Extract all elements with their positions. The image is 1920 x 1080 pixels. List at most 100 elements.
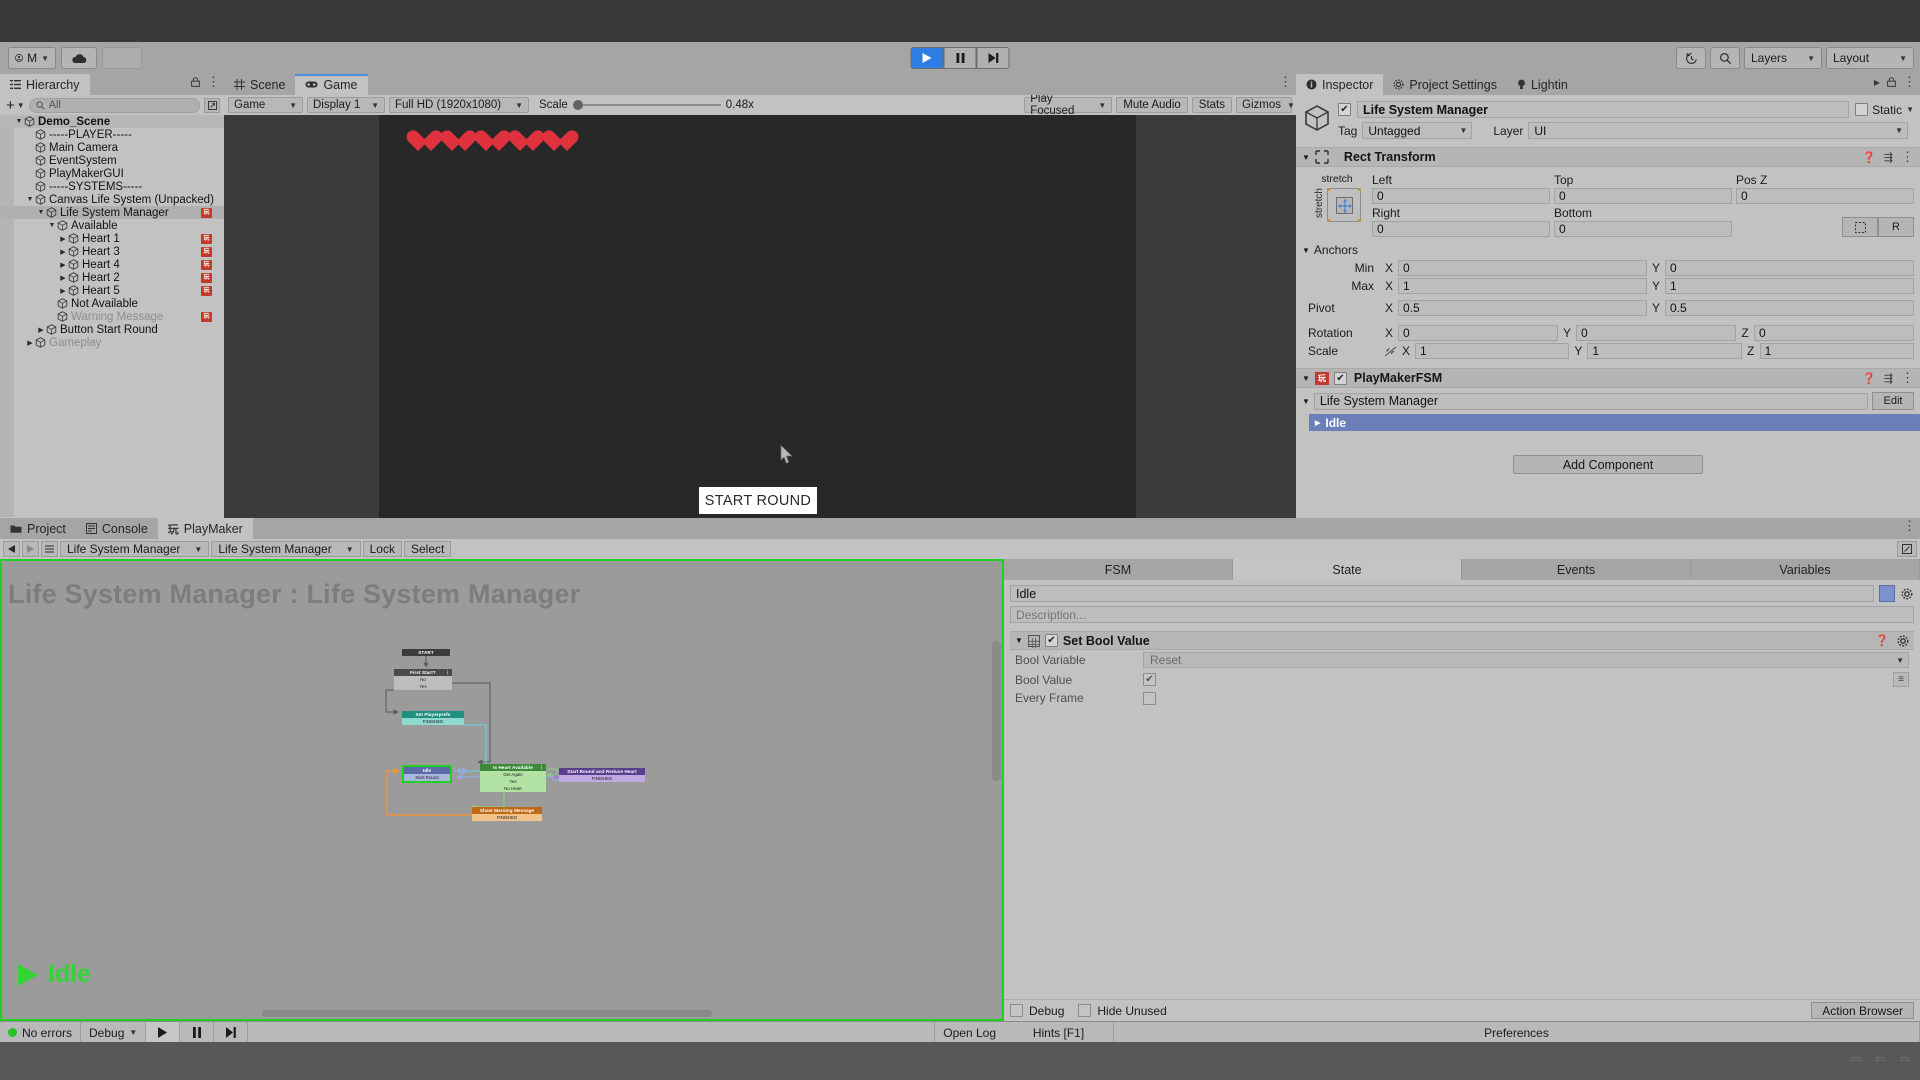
chevron-right-icon[interactable]: ▶ [36, 326, 46, 334]
lock-button[interactable]: Lock [362, 541, 402, 557]
owner-select-dropdown[interactable]: Life System Manager ▼ [60, 541, 210, 557]
graph-vertical-scrollbar[interactable] [992, 641, 1001, 781]
hide-unused-checkbox[interactable]: ✔ [1078, 1004, 1092, 1017]
hierarchy-search-options-button[interactable] [204, 97, 220, 113]
cloud-button[interactable] [61, 47, 97, 69]
fsm-select-dropdown[interactable]: Life System Manager ▼ [211, 541, 361, 557]
hints-button[interactable]: Hints [F1] [1004, 1021, 1114, 1044]
playmaker-pause-button[interactable] [180, 1021, 215, 1044]
toolbar-extra-button[interactable] [102, 47, 142, 69]
right-field[interactable]: 0 [1372, 221, 1550, 237]
chevron-down-icon[interactable]: ▼ [14, 118, 24, 125]
chevron-down-icon[interactable]: ▼ [1302, 374, 1310, 383]
fsm-tab-state[interactable]: State [1233, 559, 1462, 580]
component-menu-icon[interactable]: ⋮ [1901, 371, 1914, 384]
stats-button[interactable]: Stats [1191, 97, 1232, 113]
rotation-x-field[interactable]: 0 [1398, 325, 1558, 341]
pivot-y-field[interactable]: 0.5 [1665, 300, 1914, 316]
hierarchy-item-heart-5[interactable]: ▶ Heart 5 玩 [0, 284, 224, 297]
lock-icon[interactable] [1887, 77, 1896, 87]
scale-slider-group[interactable]: Scale 0.48x [539, 99, 754, 111]
object-name-field[interactable]: Life System Manager [1357, 101, 1850, 118]
nav-back-button[interactable] [3, 541, 20, 557]
state-settings-button[interactable] [1900, 585, 1914, 602]
scale-y-field[interactable]: 1 [1587, 343, 1742, 359]
gear-icon[interactable] [1897, 634, 1909, 647]
chevron-right-icon[interactable]: ▶ [58, 287, 68, 295]
game-render-area[interactable]: START ROUND [379, 115, 1136, 539]
display-dropdown[interactable]: Display 1 ▼ [307, 97, 385, 113]
raw-edit-button[interactable]: R [1878, 217, 1914, 237]
game-view-menu-icon[interactable]: ⋮ [1279, 75, 1292, 88]
tab-overflow-icon[interactable]: ▶ [1874, 78, 1880, 87]
chevron-down-icon[interactable]: ▼ [36, 209, 46, 216]
fsm-node-first[interactable]: First Start? ⋮ No Yes [394, 669, 452, 690]
fsm-tab-events[interactable]: Events [1462, 559, 1691, 580]
hierarchy-item-demo-scene[interactable]: ▼ Demo_Scene [0, 115, 224, 128]
chevron-right-icon[interactable]: ▶ [1315, 419, 1320, 427]
chevron-right-icon[interactable]: ▶ [25, 339, 35, 347]
game-view-canvas[interactable]: START ROUND [224, 115, 1296, 539]
hierarchy-menu-icon[interactable]: ⋮ [207, 75, 220, 88]
resolution-dropdown[interactable]: Full HD (1920x1080) ▼ [389, 97, 529, 113]
static-group[interactable]: ✔ Static ▼ [1855, 103, 1914, 117]
playmaker-menu-icon[interactable]: ⋮ [1903, 519, 1916, 532]
inspector-menu-icon[interactable]: ⋮ [1903, 75, 1916, 88]
play-button[interactable] [910, 47, 944, 69]
hierarchy-item-button-start-round[interactable]: ▶ Button Start Round [0, 323, 224, 336]
fsm-debug-checkbox[interactable]: ✔ [1010, 1004, 1023, 1017]
fsm-tab-fsm[interactable]: FSM [1004, 559, 1233, 580]
rotation-y-field[interactable]: 0 [1576, 325, 1736, 341]
hierarchy-item-life-system-manager[interactable]: ▼ Life System Manager 玩 [0, 206, 224, 219]
game-mode-dropdown[interactable]: Game ▼ [228, 97, 303, 113]
scale-z-field[interactable]: 1 [1759, 343, 1914, 359]
game-start-round-button[interactable]: START ROUND [699, 487, 817, 514]
fsm-node-idle[interactable]: Idle Start Round [402, 765, 452, 783]
top-field[interactable]: 0 [1554, 188, 1732, 204]
blueprint-mode-button[interactable] [1842, 217, 1878, 237]
tab-game[interactable]: Game [295, 74, 368, 95]
playmaker-play-button[interactable] [146, 1021, 181, 1044]
preset-icon[interactable]: ⇶ [1884, 372, 1893, 385]
select-button[interactable]: Select [403, 541, 452, 557]
hierarchy-item-eventsystem[interactable]: ▶ EventSystem [0, 154, 224, 167]
open-log-button[interactable]: Open Log [934, 1021, 1004, 1044]
fsm-node-event[interactable]: FINISHED [559, 775, 645, 782]
chevron-down-icon[interactable]: ▼ [47, 222, 57, 229]
search-button[interactable] [1710, 47, 1740, 69]
nav-forward-button[interactable] [22, 541, 39, 557]
anchor-preset-widget[interactable]: stretch stretch [1302, 173, 1372, 239]
debug-dropdown[interactable]: Debug ▼ [81, 1021, 147, 1044]
fsm-node-setpp[interactable]: Set Playerprefs FINISHED [402, 711, 464, 725]
state-description-field[interactable]: Description... [1010, 606, 1914, 623]
chevron-right-icon[interactable]: ▶ [58, 261, 68, 269]
tag-dropdown[interactable]: Untagged ▼ [1362, 122, 1473, 139]
help-icon[interactable]: ❓ [1862, 151, 1876, 164]
hierarchy-item-main-camera[interactable]: ▶ Main Camera [0, 141, 224, 154]
fsm-node-warn[interactable]: Show Warning Message FINISHED [472, 807, 542, 821]
tab-project[interactable]: Project [0, 518, 76, 539]
tab-hierarchy[interactable]: Hierarchy [0, 74, 90, 95]
scale-slider[interactable] [572, 100, 721, 110]
fsm-node-startred[interactable]: Start Round and Reduce Heart FINISHED [559, 768, 645, 782]
tab-inspector[interactable]: Inspector [1296, 74, 1384, 95]
graph-settings-button[interactable] [1897, 541, 1917, 557]
fsm-node-isheart[interactable]: Is Heart Available ⋮ Get Again Yes No Heart [480, 764, 546, 792]
anchor-min-y-field[interactable]: 0 [1665, 260, 1914, 276]
chevron-down-icon[interactable]: ▼ [1302, 153, 1310, 162]
static-checkbox[interactable]: ✔ [1855, 103, 1869, 116]
fsm-tab-variables[interactable]: Variables [1691, 559, 1920, 580]
hierarchy-item-not-available[interactable]: ▶ Not Available [0, 297, 224, 310]
account-button[interactable]: M ▼ [8, 47, 56, 69]
layers-dropdown[interactable]: Layers ▼ [1744, 47, 1822, 69]
chevron-right-icon[interactable]: ▶ [58, 235, 68, 243]
fsm-node-event[interactable]: No [394, 676, 452, 683]
chevron-right-icon[interactable]: ▶ [58, 248, 68, 256]
anchor-max-y-field[interactable]: 1 [1665, 278, 1914, 294]
hierarchy-item-playmakergui[interactable]: ▶ PlayMakerGUI [0, 167, 224, 180]
tab-lighting[interactable]: Lightin [1506, 74, 1578, 95]
chevron-down-icon[interactable]: ▼ [1906, 105, 1914, 114]
preset-icon[interactable]: ⇶ [1884, 151, 1893, 164]
pivot-x-field[interactable]: 0.5 [1398, 300, 1647, 316]
hierarchy-item-available[interactable]: ▼ Available [0, 219, 224, 232]
